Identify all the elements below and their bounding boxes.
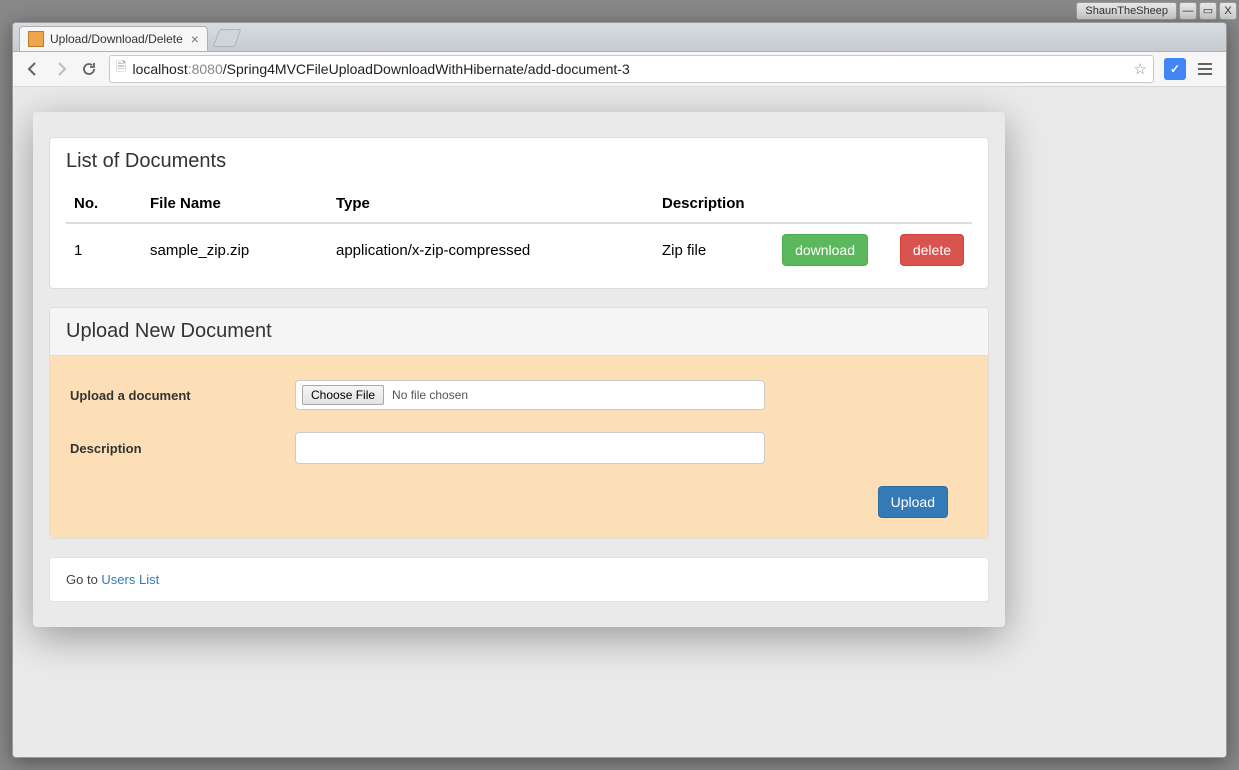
- url-path: /Spring4MVCFileUploadDownloadWithHiberna…: [223, 61, 630, 77]
- browser-menu-button[interactable]: [1194, 58, 1216, 80]
- address-bar[interactable]: 🗎 localhost:8080/Spring4MVCFileUploadDow…: [109, 55, 1154, 83]
- download-button[interactable]: download: [782, 234, 868, 266]
- arrow-left-icon: [25, 61, 41, 77]
- file-status: No file chosen: [392, 388, 468, 402]
- cell-type: application/x-zip-compressed: [328, 223, 654, 276]
- url-port: :8080: [188, 61, 223, 77]
- favicon-icon: [28, 31, 44, 47]
- url-host: localhost: [132, 61, 187, 77]
- upload-heading: Upload New Document: [50, 308, 988, 356]
- col-desc: Description: [654, 185, 760, 223]
- tab-strip: Upload/Download/Delete ×: [13, 23, 1226, 52]
- back-button[interactable]: [21, 57, 45, 81]
- browser-window: Upload/Download/Delete × 🗎 localhost:808…: [12, 22, 1227, 758]
- description-input[interactable]: [295, 432, 765, 464]
- upload-button[interactable]: Upload: [878, 486, 948, 518]
- tab-title: Upload/Download/Delete: [50, 32, 183, 46]
- delete-button[interactable]: delete: [900, 234, 964, 266]
- arrow-right-icon: [53, 61, 69, 77]
- description-label: Description: [70, 441, 295, 456]
- cell-desc: Zip file: [654, 223, 760, 276]
- browser-tab[interactable]: Upload/Download/Delete ×: [19, 26, 208, 51]
- upload-panel: Upload New Document Upload a document Ch…: [49, 307, 989, 539]
- os-close-button[interactable]: X: [1219, 2, 1237, 20]
- documents-table: No. File Name Type Description 1: [66, 185, 972, 276]
- page-icon: 🗎: [116, 58, 126, 80]
- file-label: Upload a document: [70, 388, 295, 403]
- os-minimize-button[interactable]: —: [1179, 2, 1197, 20]
- os-task-label[interactable]: ShaunTheSheep: [1076, 2, 1177, 20]
- col-name: File Name: [142, 185, 328, 223]
- page-viewport[interactable]: List of Documents No. File Name Type Des…: [13, 87, 1226, 757]
- cell-no: 1: [66, 223, 142, 276]
- os-maximize-button[interactable]: ▭: [1199, 2, 1217, 20]
- bookmark-star-icon[interactable]: ☆: [1134, 60, 1147, 78]
- page-container: List of Documents No. File Name Type Des…: [33, 112, 1005, 627]
- documents-panel: List of Documents No. File Name Type Des…: [49, 137, 989, 289]
- users-list-link[interactable]: Users List: [101, 572, 159, 587]
- extension-icon[interactable]: ✓: [1164, 58, 1186, 80]
- refresh-icon: [81, 61, 97, 77]
- table-row: 1 sample_zip.zip application/x-zip-compr…: [66, 223, 972, 276]
- cell-name: sample_zip.zip: [142, 223, 328, 276]
- new-tab-button[interactable]: [213, 29, 242, 47]
- os-taskbar: ShaunTheSheep — ▭ X: [1076, 0, 1239, 20]
- col-no: No.: [66, 185, 142, 223]
- reload-button[interactable]: [77, 57, 101, 81]
- browser-toolbar: 🗎 localhost:8080/Spring4MVCFileUploadDow…: [13, 52, 1226, 87]
- documents-heading: List of Documents: [50, 138, 988, 185]
- hamburger-icon: [1198, 63, 1212, 65]
- upload-form: Upload a document Choose File No file ch…: [50, 356, 988, 538]
- col-type: Type: [328, 185, 654, 223]
- footer-well: Go to Users List: [49, 557, 989, 602]
- tab-close-icon[interactable]: ×: [191, 32, 199, 46]
- footer-text: Go to: [66, 572, 101, 587]
- forward-button[interactable]: [49, 57, 73, 81]
- file-input[interactable]: Choose File No file chosen: [295, 380, 765, 410]
- choose-file-button[interactable]: Choose File: [302, 385, 384, 405]
